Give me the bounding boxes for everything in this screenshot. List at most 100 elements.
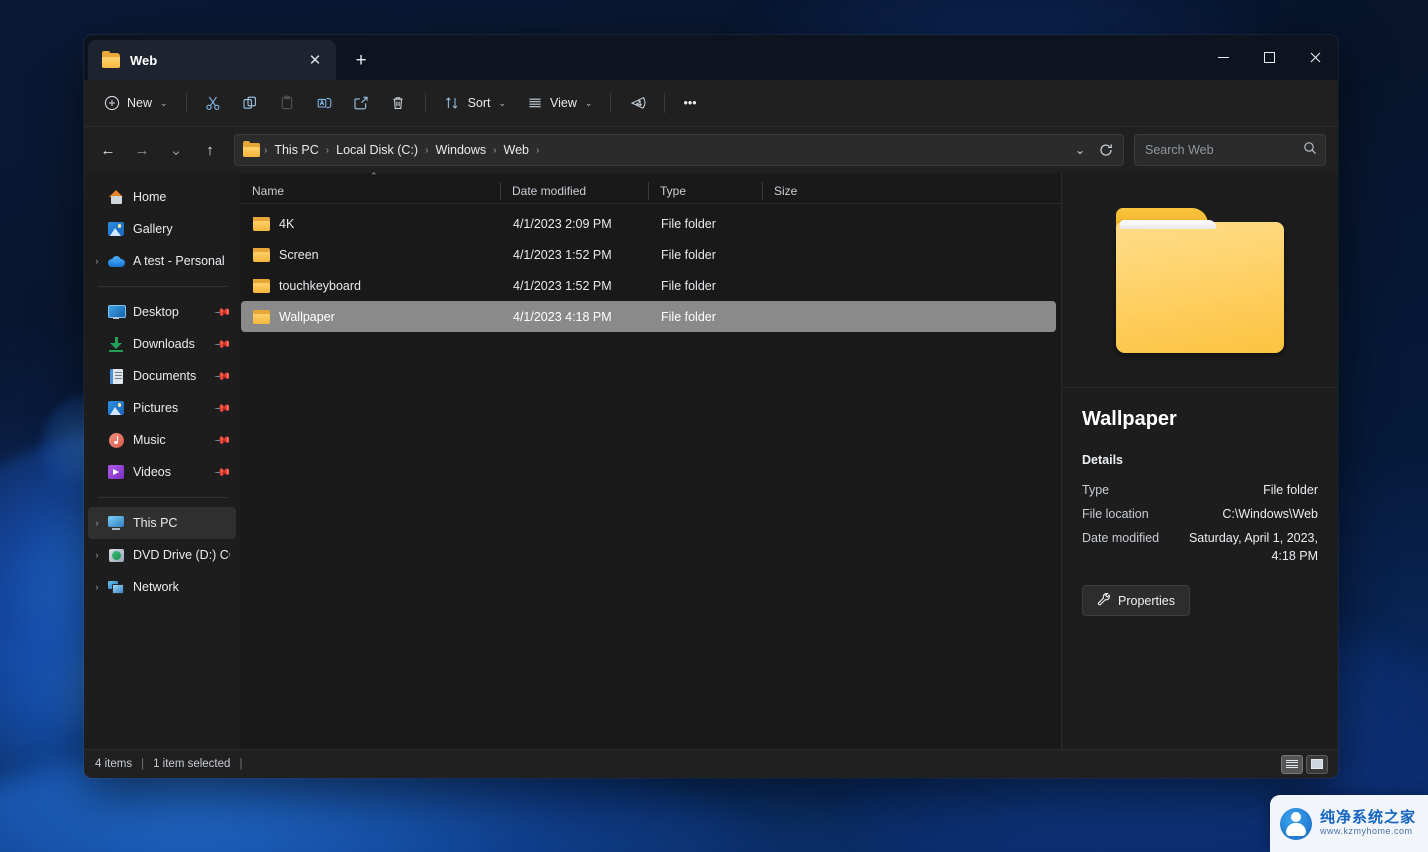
- breadcrumb-item-windows[interactable]: Windows: [429, 139, 492, 161]
- file-type-cell: File folder: [661, 278, 716, 293]
- more-options-button[interactable]: •••: [674, 87, 705, 119]
- sidebar-item-gallery[interactable]: Gallery: [88, 213, 236, 245]
- sidebar-item-label: Home: [133, 190, 167, 204]
- downloads-icon: [106, 335, 126, 353]
- close-window-button[interactable]: [1292, 35, 1338, 80]
- watermark-text: 纯净系统之家 www.kzmyhome.com: [1320, 809, 1416, 837]
- forward-button[interactable]: →: [126, 134, 158, 166]
- rename-button[interactable]: [307, 87, 342, 119]
- up-button[interactable]: ↑: [194, 134, 226, 166]
- sidebar-item-label: Desktop: [133, 305, 179, 319]
- maximize-button[interactable]: [1246, 35, 1292, 80]
- file-name-cell: touchkeyboard: [241, 278, 501, 293]
- status-separator: |: [141, 758, 145, 770]
- large-icons-view-icon: [1311, 759, 1323, 769]
- sidebar-item-this-pc[interactable]: › This PC: [88, 507, 236, 539]
- address-dropdown-button[interactable]: ⌄: [1067, 137, 1093, 163]
- sidebar-item-videos[interactable]: Videos 📌: [88, 456, 236, 488]
- table-row[interactable]: 4K 4/1/2023 2:09 PM File folder: [241, 208, 1056, 239]
- expand-chevron-icon[interactable]: ›: [88, 518, 106, 528]
- new-tab-button[interactable]: +: [344, 43, 378, 77]
- view-button-label: View: [550, 96, 577, 110]
- file-list-pane: Name ⌃ Date modified Type Size 4K 4/1/20…: [240, 171, 1061, 749]
- site-watermark: 纯净系统之家 www.kzmyhome.com: [1270, 795, 1428, 852]
- documents-icon: [106, 367, 126, 385]
- tab-web[interactable]: Web ✕: [88, 40, 336, 80]
- expand-chevron-icon[interactable]: ›: [88, 582, 106, 592]
- file-name-label: Screen: [279, 247, 319, 262]
- search-icon: [1303, 141, 1317, 160]
- table-row[interactable]: Wallpaper 4/1/2023 4:18 PM File folder: [241, 301, 1056, 332]
- folder-icon: [253, 309, 270, 324]
- address-bar[interactable]: › This PC › Local Disk (C:) › Windows › …: [234, 134, 1124, 166]
- cut-button[interactable]: [196, 87, 231, 119]
- detail-field-date-modified: Date modified Saturday, April 1, 2023, 4…: [1082, 529, 1318, 567]
- column-header-name[interactable]: Name ⌃: [240, 171, 500, 204]
- toolbar-divider-2: [424, 93, 426, 113]
- detail-value: File folder: [1263, 483, 1318, 497]
- paste-button[interactable]: [270, 87, 305, 119]
- sidebar-item-pictures[interactable]: Pictures 📌: [88, 392, 236, 424]
- filter-button[interactable]: [620, 87, 655, 119]
- view-toggle-group: [1281, 754, 1332, 774]
- column-header-type[interactable]: Type: [648, 178, 762, 204]
- sidebar-item-label: A test - Personal: [133, 254, 225, 268]
- sidebar-item-label: Videos: [133, 465, 171, 479]
- file-name-label: Wallpaper: [279, 309, 335, 324]
- close-tab-button[interactable]: ✕: [302, 47, 328, 73]
- sidebar-divider: [98, 286, 228, 287]
- pin-icon: 📌: [213, 303, 232, 322]
- sidebar-item-dvd-drive[interactable]: › DVD Drive (D:) CCC: [88, 539, 236, 571]
- large-icons-view-button[interactable]: [1306, 754, 1328, 774]
- pin-icon: 📌: [213, 335, 232, 354]
- sidebar-item-downloads[interactable]: Downloads 📌: [88, 328, 236, 360]
- pin-icon: 📌: [213, 431, 232, 450]
- sidebar-item-onedrive[interactable]: › A test - Personal: [88, 245, 236, 277]
- sidebar-item-music[interactable]: Music 📌: [88, 424, 236, 456]
- view-button[interactable]: View ⌄: [517, 87, 601, 119]
- table-row[interactable]: touchkeyboard 4/1/2023 1:52 PM File fold…: [241, 270, 1056, 301]
- pin-icon: 📌: [213, 463, 232, 482]
- copy-button[interactable]: [233, 87, 268, 119]
- recent-locations-button[interactable]: ⌄: [160, 134, 192, 166]
- search-box[interactable]: [1134, 134, 1326, 166]
- sidebar-item-home[interactable]: Home: [88, 181, 236, 213]
- delete-button[interactable]: [381, 87, 416, 119]
- sort-button-label: Sort: [467, 96, 491, 110]
- dvd-drive-icon: [106, 546, 126, 564]
- file-name-label: 4K: [279, 216, 295, 231]
- column-header-date-modified[interactable]: Date modified: [500, 178, 648, 204]
- sidebar-item-desktop[interactable]: Desktop 📌: [88, 296, 236, 328]
- item-count: 4 items: [95, 758, 133, 770]
- navigation-pane: Home Gallery › A test - Personal Desktop…: [84, 173, 240, 749]
- search-input[interactable]: [1145, 143, 1303, 157]
- table-row[interactable]: Screen 4/1/2023 1:52 PM File folder: [241, 239, 1056, 270]
- minimize-button[interactable]: [1200, 35, 1246, 80]
- folder-icon: [243, 141, 260, 157]
- refresh-button[interactable]: [1093, 137, 1119, 163]
- back-button[interactable]: ←: [92, 134, 124, 166]
- gallery-icon: [106, 220, 126, 238]
- sort-button[interactable]: Sort ⌄: [435, 87, 515, 119]
- sidebar-item-documents[interactable]: Documents 📌: [88, 360, 236, 392]
- sidebar-item-label: Documents: [133, 369, 197, 383]
- breadcrumb-item-local-disk[interactable]: Local Disk (C:): [330, 139, 424, 161]
- file-type-cell: File folder: [661, 216, 716, 231]
- new-button[interactable]: New ⌄: [94, 87, 177, 119]
- expand-chevron-icon[interactable]: ›: [88, 550, 106, 560]
- paste-icon: [279, 95, 296, 112]
- folder-icon: [253, 278, 270, 293]
- details-view-button[interactable]: [1281, 754, 1303, 774]
- breadcrumb-item-web[interactable]: Web: [498, 139, 535, 161]
- sort-ascending-icon: ⌃: [370, 170, 378, 181]
- preview-area: [1062, 173, 1338, 388]
- column-header-size[interactable]: Size: [762, 178, 844, 204]
- tab-title: Web: [130, 52, 158, 68]
- share-button[interactable]: [344, 87, 379, 119]
- breadcrumb-item-this-pc[interactable]: This PC: [268, 139, 324, 161]
- properties-button[interactable]: Properties: [1082, 585, 1190, 616]
- column-header-label: Name: [252, 183, 285, 198]
- sidebar-item-network[interactable]: › Network: [88, 571, 236, 603]
- pin-icon: 📌: [213, 367, 232, 386]
- expand-chevron-icon[interactable]: ›: [88, 256, 106, 266]
